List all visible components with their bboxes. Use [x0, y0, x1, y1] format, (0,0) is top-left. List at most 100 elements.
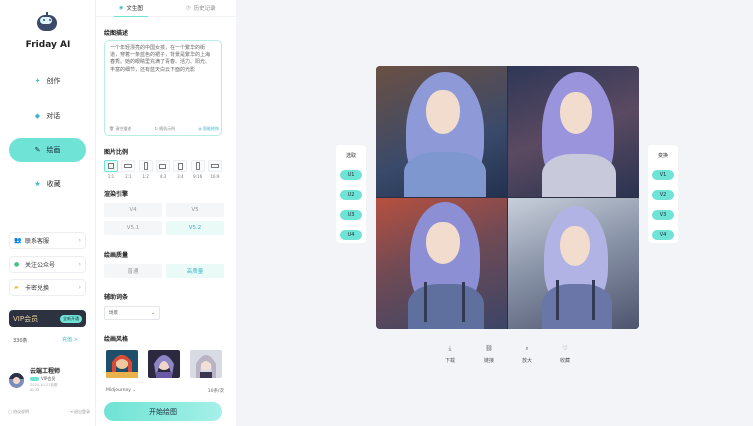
- service-icon: 👥: [14, 237, 22, 244]
- user-badge: VIP会员: [30, 376, 55, 382]
- random-example-button[interactable]: ↻ 随机示例: [154, 126, 175, 132]
- ratio-title: 图片比例: [104, 149, 129, 156]
- u2-button[interactable]: U2: [340, 190, 362, 200]
- optimize-prompt-button[interactable]: ◍ 智能修饰: [198, 126, 219, 132]
- generated-image-2[interactable]: [508, 66, 639, 197]
- engine-title: 渲染引擎: [104, 191, 129, 198]
- generated-image-grid[interactable]: [376, 66, 639, 329]
- download-button[interactable]: ⤓ 下载: [435, 345, 465, 364]
- clear-prompt-button[interactable]: 🗑 清空描述: [109, 126, 131, 132]
- vip-tag-icon: [30, 377, 39, 381]
- nav-label: 绘画: [46, 146, 61, 154]
- nav-item-chat[interactable]: ◆ 对话: [9, 104, 86, 128]
- link-button[interactable]: ⛓ 链接: [474, 345, 504, 364]
- panel-tabs: ◉ 文生图 ◷ 历史记录: [96, 0, 236, 17]
- ratio-2-1[interactable]: 2:1: [121, 160, 136, 179]
- u4-button[interactable]: U4: [340, 230, 362, 240]
- aux-select[interactable]: 场景 ⌄: [104, 306, 160, 320]
- prompt-input[interactable]: 一个年轻漂亮的中国女孩，在一个繁华的街道，穿着一条蓝色的裙子，背景是繁华的上海春…: [104, 40, 222, 136]
- nav-label: 收藏: [46, 180, 61, 188]
- link-icon: ⛓: [485, 345, 493, 352]
- quality-title: 绘画质量: [104, 252, 129, 259]
- link-redeem-card[interactable]: ▰ 卡密兑换 ›: [9, 279, 86, 296]
- chat-icon: ◆: [34, 112, 41, 120]
- nav-item-draw[interactable]: ✎ 绘画: [9, 138, 86, 162]
- avatar[interactable]: [9, 373, 24, 388]
- engine-v5-1-button[interactable]: V5.1: [104, 221, 162, 235]
- ratio-3-4[interactable]: 3:4: [173, 160, 188, 179]
- style-thumbnail[interactable]: [190, 350, 222, 378]
- wechat-icon: ●: [14, 261, 20, 268]
- generated-image-3[interactable]: [376, 198, 507, 329]
- tab-text-to-image[interactable]: ◉ 文生图: [96, 0, 166, 17]
- engine-v5-2-button[interactable]: V5.2: [166, 221, 224, 235]
- ratio-16-9[interactable]: 16:9: [207, 160, 222, 179]
- link-label: 关注公众号: [25, 262, 56, 269]
- start-drawing-button[interactable]: 开始绘图: [104, 402, 222, 421]
- chevron-down-icon: ⌄: [132, 388, 137, 393]
- points-balance: 330条: [13, 338, 28, 344]
- ratio-4-3[interactable]: 4:3: [155, 160, 170, 179]
- zoom-icon: ⌕: [525, 345, 529, 352]
- history-icon: ◷: [186, 5, 191, 11]
- magic-icon: ◍: [198, 126, 202, 131]
- user-meta: 2024-10-21到期 ID:32: [30, 383, 57, 393]
- sidebar: Friday AI ✦ 创作 ◆ 对话 ✎ 绘画 ★ 收藏 👥 联系客服 › ●…: [0, 0, 96, 426]
- u1-button[interactable]: U1: [340, 170, 362, 180]
- vip-open-button[interactable]: 全新开通: [60, 314, 82, 323]
- ratio-1-1[interactable]: 1:1: [104, 160, 118, 179]
- generated-image-4[interactable]: [508, 198, 639, 329]
- engine-v5-button[interactable]: V5: [166, 203, 224, 217]
- prompt-title: 绘图描述: [104, 30, 129, 37]
- drawing-settings-panel: ◉ 文生图 ◷ 历史记录 绘图描述 一个年轻漂亮的中国女孩，在一个繁华的街道，穿…: [96, 0, 236, 426]
- aux-title: 辅助词条: [104, 294, 129, 301]
- quality-high-button[interactable]: 高质量: [166, 264, 224, 278]
- v4-button[interactable]: V4: [652, 230, 674, 240]
- vip-banner[interactable]: VIP会员 全新开通: [9, 310, 86, 327]
- ratio-options: 1:1 2:1 1:2 4:3 3:4 9:16 16:9: [104, 160, 222, 179]
- style-thumbnail[interactable]: [148, 350, 180, 378]
- nav-label: 对话: [46, 112, 61, 120]
- chevron-right-icon: ›: [78, 237, 81, 244]
- favorite-button[interactable]: ♡ 收藏: [550, 345, 580, 364]
- user-badge-label: VIP会员: [41, 376, 56, 381]
- zoom-button[interactable]: ⌕ 放大: [512, 345, 542, 364]
- variation-title: 变换: [657, 153, 668, 159]
- paint-icon: ✎: [34, 146, 41, 154]
- action-label: 下载: [444, 358, 455, 364]
- trash-icon: 🗑: [109, 126, 115, 131]
- logout-link[interactable]: ⇥ 退出登录: [69, 409, 90, 415]
- v2-button[interactable]: V2: [652, 190, 674, 200]
- ratio-9-16[interactable]: 9:16: [190, 160, 205, 179]
- style-thumbnail[interactable]: [106, 350, 138, 378]
- tab-label: 文生图: [126, 6, 143, 12]
- model-row: Midjourney ⌄ 10条/次: [106, 388, 224, 394]
- doc-icon: ▢: [8, 409, 12, 414]
- quality-normal-button[interactable]: 普通: [104, 264, 162, 278]
- v3-button[interactable]: V3: [652, 210, 674, 220]
- tab-label: 历史记录: [193, 6, 216, 12]
- star-icon: ★: [34, 180, 41, 188]
- refresh-icon: ↻: [154, 126, 158, 131]
- u3-button[interactable]: U3: [340, 210, 362, 220]
- engine-v4-button[interactable]: V4: [104, 203, 162, 217]
- prompt-text[interactable]: 一个年轻漂亮的中国女孩，在一个繁华的街道，穿着一条蓝色的裙子，背景是繁华的上海春…: [110, 45, 214, 74]
- v1-button[interactable]: V1: [652, 170, 674, 180]
- download-icon: ⤓: [448, 345, 452, 352]
- generated-image-1[interactable]: [376, 66, 507, 197]
- link-label: 卡密兑换: [25, 285, 50, 292]
- model-select[interactable]: Midjourney ⌄: [106, 388, 136, 394]
- link-label: 联系客服: [25, 238, 50, 245]
- recharge-link[interactable]: 充值 >: [62, 336, 78, 343]
- app-name: Friday AI: [25, 40, 71, 50]
- link-customer-service[interactable]: 👥 联系客服 ›: [9, 232, 86, 249]
- logout-icon: ⇥: [69, 409, 73, 414]
- agreement-link[interactable]: ▢ 协议说明: [8, 409, 29, 415]
- action-label: 放大: [521, 358, 532, 364]
- tab-history[interactable]: ◷ 历史记录: [166, 0, 236, 16]
- link-follow-account[interactable]: ● 关注公众号 ›: [9, 256, 86, 273]
- ratio-1-2[interactable]: 1:2: [138, 160, 153, 179]
- action-label: 链接: [483, 358, 494, 364]
- nav-item-create[interactable]: ✦ 创作: [9, 69, 86, 93]
- nav-item-favorites[interactable]: ★ 收藏: [9, 172, 86, 196]
